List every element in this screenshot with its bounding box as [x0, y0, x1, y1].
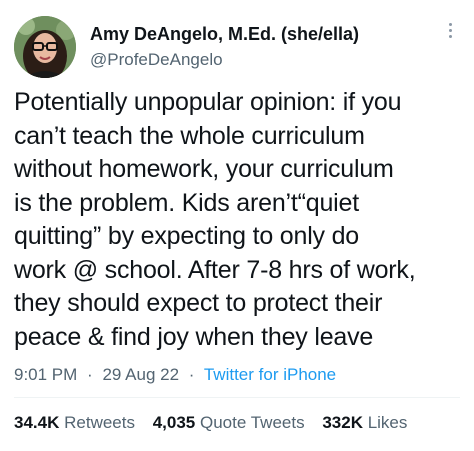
- more-options-icon[interactable]: [440, 18, 460, 42]
- quote-tweets-label: Quote Tweets: [200, 413, 305, 432]
- tweet-stats: 34.4K Retweets 4,035 Quote Tweets 332K L…: [14, 412, 420, 434]
- tweet-text-line: is the problem. Kids aren’t“quiet: [14, 188, 359, 217]
- author-handle[interactable]: @ProfeDeAngelo: [90, 48, 359, 72]
- retweets-stat[interactable]: 34.4K Retweets: [14, 412, 135, 434]
- divider: [14, 397, 460, 398]
- quote-tweets-count: 4,035: [152, 413, 196, 432]
- retweets-count: 34.4K: [14, 413, 60, 432]
- avatar[interactable]: [14, 16, 76, 78]
- tweet-text-line: quitting” by expecting to only do: [14, 222, 360, 250]
- author-names: Amy DeAngelo, M.Ed. (she/ella) @ProfeDeA…: [90, 22, 359, 72]
- tweet-text-line: can’t teach the whole curriculum: [14, 121, 365, 150]
- retweets-label: Retweets: [64, 413, 135, 432]
- likes-count: 332K: [322, 413, 363, 432]
- tweet-header: Amy DeAngelo, M.Ed. (she/ella) @ProfeDeA…: [14, 12, 460, 82]
- tweet-text-line: peace & find joy when they leave: [14, 322, 374, 351]
- tweet-meta: 9:01 PM · 29 Aug 22 · Twitter for iPhone: [14, 364, 336, 386]
- author-display-name[interactable]: Amy DeAngelo, M.Ed. (she/ella): [90, 22, 359, 46]
- tweet-date[interactable]: 29 Aug 22: [102, 365, 179, 384]
- tweet-time[interactable]: 9:01 PM: [14, 365, 77, 384]
- more-dot: [448, 22, 452, 26]
- tweet: Amy DeAngelo, M.Ed. (she/ella) @ProfeDeA…: [0, 0, 474, 451]
- more-dot: [448, 28, 452, 32]
- likes-label: Likes: [367, 413, 408, 432]
- tweet-text-line: work @ school. After 7-8 hrs of work,: [14, 255, 416, 284]
- meta-separator: ·: [87, 365, 93, 384]
- tweet-text: Potentially unpopular opinion: if you ca…: [14, 86, 464, 354]
- more-dot: [448, 34, 452, 38]
- tweet-text-line: they should expect to protect their: [14, 289, 383, 317]
- tweet-text-line: Potentially unpopular opinion: if you: [14, 88, 402, 116]
- tweet-source-link[interactable]: Twitter for iPhone: [204, 365, 336, 384]
- likes-stat[interactable]: 332K Likes: [322, 412, 407, 434]
- tweet-text-line: without homework, your curriculum: [14, 155, 394, 183]
- meta-separator: ·: [188, 365, 195, 384]
- quote-tweets-stat[interactable]: 4,035 Quote Tweets: [153, 412, 305, 434]
